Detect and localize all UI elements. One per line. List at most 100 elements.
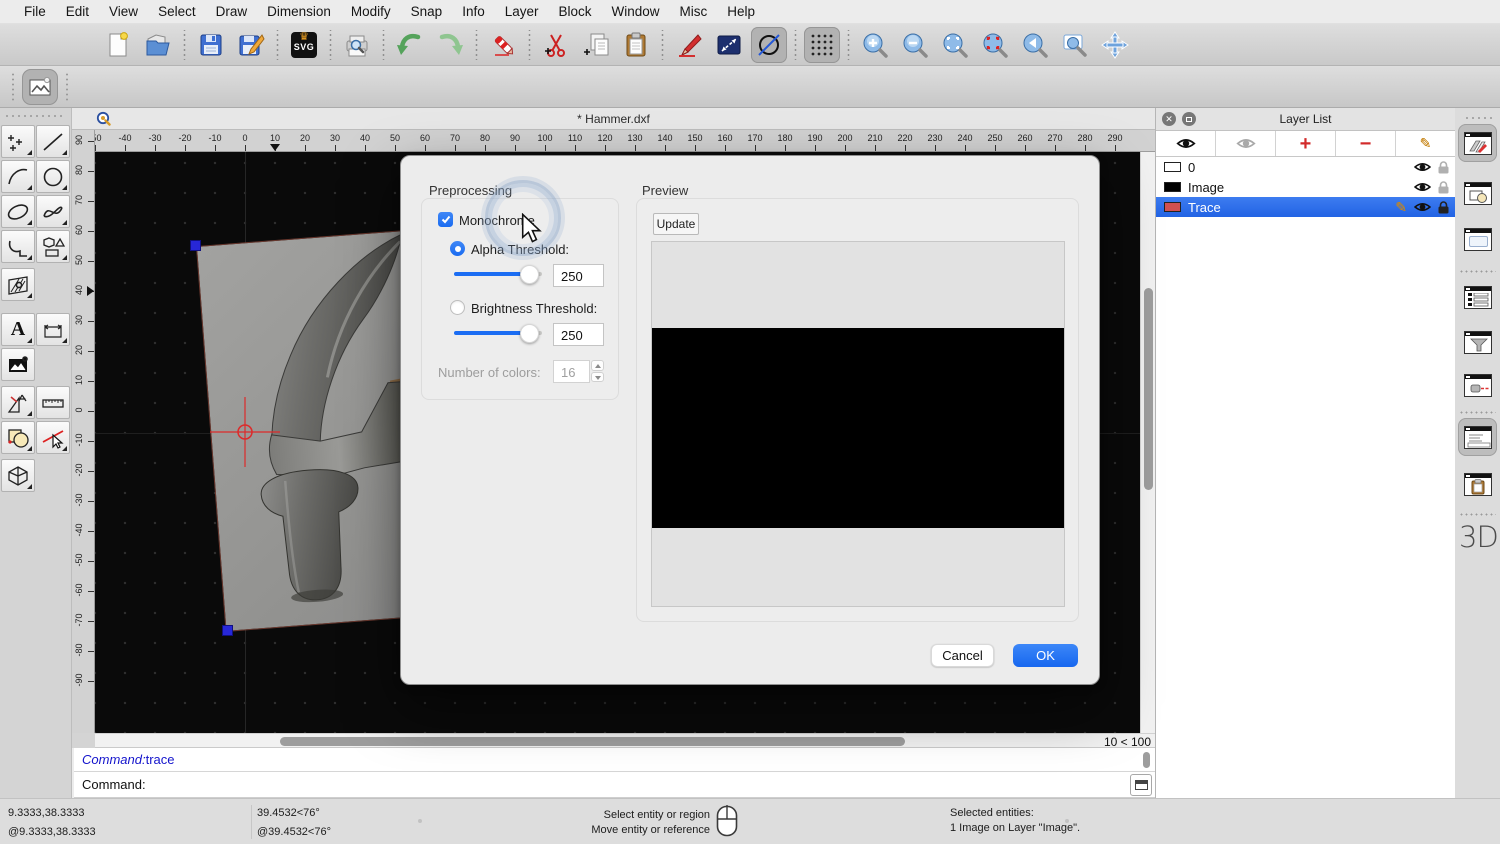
dimension-tool-palette-button[interactable]	[36, 313, 70, 346]
spline-tool-button[interactable]	[36, 195, 70, 228]
lock-icon[interactable]	[1438, 161, 1449, 174]
zoom-selection-button[interactable]	[977, 27, 1013, 63]
ellipse-tool-button[interactable]	[1, 195, 35, 228]
shapes-tool-button[interactable]	[36, 230, 70, 263]
lock-icon[interactable]	[1438, 201, 1449, 214]
measure-tool-button[interactable]	[36, 386, 70, 419]
horizontal-scrollbar[interactable]: 10 < 100	[95, 733, 1155, 748]
property-editor-panel-button[interactable]	[1458, 278, 1497, 316]
layer-list-panel-button[interactable]	[1458, 124, 1497, 162]
select-tool-button[interactable]	[36, 421, 70, 454]
ok-button[interactable]: OK	[1013, 644, 1078, 667]
svg-export-button[interactable]: ♛ SVG	[286, 27, 322, 63]
alpha-slider-thumb[interactable]	[520, 265, 539, 284]
menu-item-layer[interactable]: Layer	[495, 4, 549, 19]
open-file-button[interactable]	[140, 27, 176, 63]
cancel-button[interactable]: Cancel	[931, 644, 994, 667]
drafting-tools-button[interactable]	[1, 386, 35, 419]
menu-item-misc[interactable]: Misc	[670, 4, 718, 19]
restrict-ortho-button[interactable]	[751, 27, 787, 63]
circle-tool-button[interactable]	[36, 160, 70, 193]
point-tool-button[interactable]	[1, 125, 35, 158]
menu-item-window[interactable]: Window	[602, 4, 670, 19]
menu-item-info[interactable]: Info	[452, 4, 495, 19]
brightness-threshold-radio[interactable]	[450, 300, 465, 315]
eye-icon[interactable]	[1414, 161, 1431, 173]
update-button[interactable]: Update	[653, 213, 699, 235]
vertical-scrollbar[interactable]	[1140, 152, 1155, 733]
brightness-slider-thumb[interactable]	[520, 324, 539, 343]
menu-item-modify[interactable]: Modify	[341, 4, 401, 19]
zoom-out-button[interactable]	[897, 27, 933, 63]
alpha-threshold-radio[interactable]	[450, 241, 465, 256]
close-icon[interactable]: ✕	[1162, 112, 1176, 126]
vertical-scrollbar-thumb[interactable]	[1144, 288, 1153, 490]
eye-icon[interactable]	[1414, 181, 1431, 193]
dimension-tool-button[interactable]	[711, 27, 747, 63]
print-preview-button[interactable]	[339, 27, 375, 63]
layer-color-swatch[interactable]	[1164, 182, 1181, 192]
grid-toggle-button[interactable]	[804, 27, 840, 63]
command-input[interactable]	[146, 774, 1130, 796]
image-tool-button[interactable]	[22, 69, 58, 105]
zoom-window-button[interactable]	[1057, 27, 1093, 63]
save-button[interactable]	[193, 27, 229, 63]
redo-button[interactable]	[432, 27, 468, 63]
text-tool-button[interactable]: A	[1, 313, 35, 346]
menu-item-snap[interactable]: Snap	[401, 4, 453, 19]
alpha-threshold-value[interactable]	[553, 264, 604, 287]
palette-drag-handle[interactable]	[4, 114, 66, 118]
selection-handle[interactable]	[190, 240, 201, 251]
horizontal-scrollbar-thumb[interactable]	[280, 737, 905, 746]
lock-icon[interactable]	[1438, 181, 1449, 194]
new-file-button[interactable]	[100, 27, 136, 63]
auto-zoom-button[interactable]	[937, 27, 973, 63]
hide-all-layers-button[interactable]	[1216, 131, 1276, 156]
polyline-tool-button[interactable]	[1, 230, 35, 263]
eye-icon[interactable]	[1414, 201, 1431, 213]
zoom-previous-button[interactable]	[1017, 27, 1053, 63]
menu-item-help[interactable]: Help	[717, 4, 765, 19]
brightness-threshold-value[interactable]	[553, 323, 604, 346]
clipboard-panel-button[interactable]	[1458, 465, 1497, 503]
brightness-threshold-slider[interactable]	[454, 331, 542, 335]
draw-pencil-button[interactable]	[671, 27, 707, 63]
pan-button[interactable]	[1097, 27, 1133, 63]
add-layer-button[interactable]: +	[1276, 131, 1336, 156]
block-list-panel-button[interactable]	[1458, 174, 1497, 212]
history-scrollbar-thumb[interactable]	[1143, 752, 1150, 768]
layer-row-0[interactable]: 0	[1156, 157, 1455, 177]
toolbar-drag-handle[interactable]	[65, 72, 69, 102]
selection-filter-panel-button[interactable]	[1458, 323, 1497, 361]
menu-item-select[interactable]: Select	[148, 4, 206, 19]
command-panel-button[interactable]	[1130, 774, 1152, 796]
layer-color-swatch[interactable]	[1164, 162, 1181, 172]
layer-color-swatch[interactable]	[1164, 202, 1181, 212]
zoom-in-button[interactable]	[857, 27, 893, 63]
menu-item-draw[interactable]: Draw	[206, 4, 258, 19]
laser-projection-panel-button[interactable]	[1458, 366, 1497, 404]
menu-item-view[interactable]: View	[99, 4, 148, 19]
library-browser-panel-button[interactable]	[1458, 220, 1497, 258]
delete-button[interactable]	[485, 27, 521, 63]
paste-button[interactable]	[618, 27, 654, 63]
toolbar-drag-handle[interactable]	[1464, 116, 1492, 120]
image-insert-button[interactable]	[1, 348, 35, 381]
3d-toolbar-label[interactable]: 3D	[1459, 520, 1497, 554]
layer-row-trace[interactable]: Trace✎	[1156, 197, 1455, 217]
copy-button[interactable]	[578, 27, 614, 63]
cut-button[interactable]	[538, 27, 574, 63]
command-line-panel-button[interactable]	[1458, 418, 1497, 456]
menu-item-edit[interactable]: Edit	[56, 4, 99, 19]
edit-layer-button[interactable]: ✎	[1396, 131, 1455, 156]
float-panel-icon[interactable]	[1182, 112, 1196, 126]
modify-tools-button[interactable]	[1, 421, 35, 454]
menu-item-dimension[interactable]: Dimension	[257, 4, 341, 19]
toolbar-drag-handle[interactable]	[11, 72, 15, 102]
selection-handle[interactable]	[222, 625, 233, 636]
menu-item-block[interactable]: Block	[549, 4, 602, 19]
save-as-button[interactable]	[233, 27, 269, 63]
undo-button[interactable]	[392, 27, 428, 63]
alpha-threshold-slider[interactable]	[454, 272, 542, 276]
show-all-layers-button[interactable]	[1156, 131, 1216, 156]
